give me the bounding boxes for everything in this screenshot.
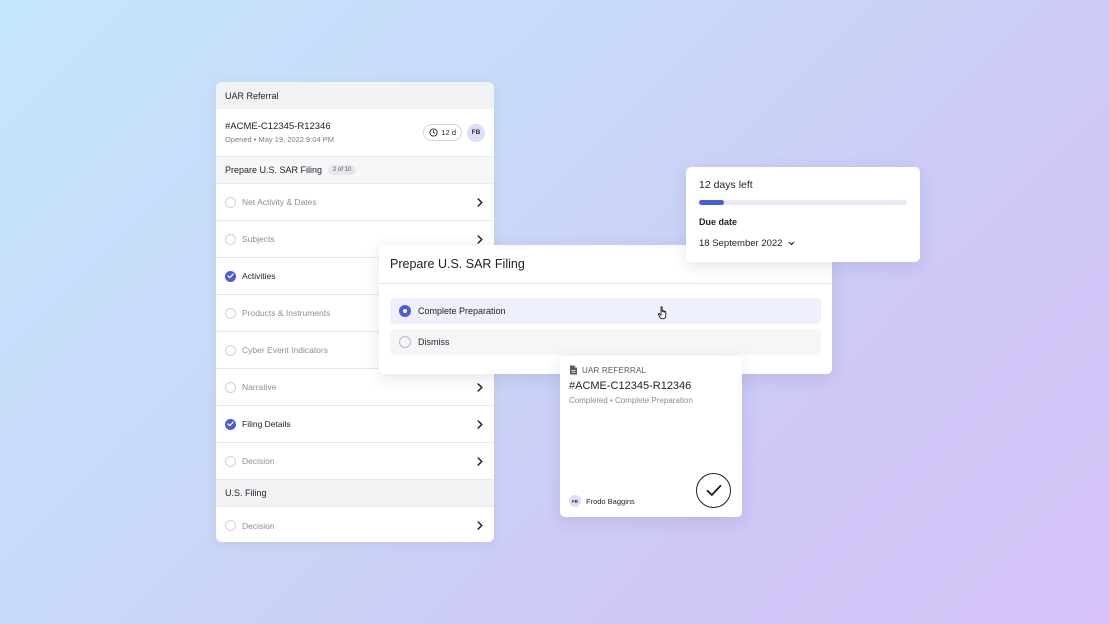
- chevron-right-icon: [475, 382, 485, 392]
- referral-id: #ACME-C12345-R12346: [569, 380, 692, 392]
- section-title: Prepare U.S. SAR Filing: [225, 165, 323, 175]
- timer-value: 12 d: [441, 128, 456, 137]
- due-date-value: 18 September 2022: [699, 238, 783, 249]
- time-progress-fill: [699, 200, 724, 205]
- task-row[interactable]: Narrative: [216, 369, 494, 406]
- chevron-down-icon: [789, 241, 795, 246]
- decision-modal: Prepare U.S. SAR Filing Complete Prepara…: [379, 245, 832, 374]
- task-label: Decision: [242, 520, 275, 531]
- option-label: Dismiss: [418, 337, 450, 347]
- task-status-circle[interactable]: [225, 520, 236, 531]
- task-status-circle[interactable]: [225, 307, 236, 319]
- document-icon: [570, 365, 577, 375]
- task-list-us-filing: Decision: [216, 507, 494, 542]
- task-label: Narrative: [242, 382, 277, 392]
- option-dismiss[interactable]: Dismiss: [390, 329, 821, 355]
- section-header-us-filing: U.S. Filing: [216, 480, 494, 507]
- timer-badge: 12 d: [423, 124, 462, 141]
- case-summary-row[interactable]: #ACME-C12345-R12346 Opened • May 19, 202…: [216, 109, 494, 157]
- chevron-right-icon: [475, 234, 485, 244]
- avatar[interactable]: FB: [467, 123, 485, 142]
- referral-type: UAR REFERRAL: [569, 365, 733, 375]
- checkmark-icon: [225, 418, 236, 430]
- referral-card[interactable]: UAR REFERRAL #ACME-C12345-R12346 Complet…: [560, 356, 742, 517]
- task-label: Decision: [242, 456, 275, 466]
- progress-count-badge: 2 of 10: [328, 165, 357, 175]
- referral-outcome: Complete Preparation: [614, 396, 693, 405]
- time-progress-bar: [699, 200, 907, 205]
- case-status: Opened: [225, 135, 252, 144]
- task-status-circle[interactable]: [225, 455, 236, 467]
- task-row[interactable]: Decision: [216, 507, 494, 542]
- days-left-label: 12 days left: [699, 179, 753, 191]
- referral-status: Completed: [569, 396, 608, 405]
- case-meta: Opened • May 19, 2022 9:04 PM: [225, 135, 334, 144]
- due-date-card: 12 days left Due date 18 September 2022: [686, 167, 920, 262]
- due-date-select[interactable]: 18 September 2022: [699, 238, 907, 249]
- referral-status-line: Completed • Complete Preparation: [569, 396, 733, 405]
- option-complete-preparation[interactable]: Complete Preparation: [390, 298, 821, 324]
- option-label: Complete Preparation: [418, 306, 506, 316]
- owner-name: Frodo Baggins: [586, 496, 635, 506]
- chevron-right-icon: [475, 197, 485, 207]
- panel-title: UAR Referral: [225, 90, 279, 101]
- chevron-right-icon: [475, 521, 485, 531]
- avatar: FB: [569, 495, 581, 507]
- section-title: U.S. Filing: [225, 488, 267, 498]
- task-status-circle[interactable]: [225, 344, 236, 356]
- case-opened-date: May 19, 2022 9:04 PM: [258, 135, 334, 144]
- radio-unselected[interactable]: [399, 336, 411, 348]
- task-label: Net Activity & Dates: [242, 197, 317, 207]
- hand-cursor-icon: [657, 306, 667, 320]
- due-date-label: Due date: [699, 217, 738, 227]
- task-label: Subjects: [242, 234, 275, 244]
- panel-header: UAR Referral: [216, 82, 494, 109]
- task-row[interactable]: Decision: [216, 443, 494, 480]
- radio-selected[interactable]: [399, 305, 411, 317]
- completed-check-icon: [696, 473, 731, 508]
- referral-owner: FB Frodo Baggins: [569, 495, 635, 507]
- section-header-prepare-sar: Prepare U.S. SAR Filing 2 of 10: [216, 157, 494, 184]
- task-row[interactable]: Net Activity & Dates: [216, 184, 494, 221]
- task-status-circle[interactable]: [225, 196, 236, 208]
- task-status-circle[interactable]: [225, 381, 236, 393]
- checkmark-icon: [225, 270, 236, 282]
- task-status-circle[interactable]: [225, 233, 236, 245]
- case-id: #ACME-C12345-R12346: [225, 121, 331, 132]
- chevron-right-icon: [475, 419, 485, 429]
- task-row[interactable]: Filing Details: [216, 406, 494, 443]
- chevron-right-icon: [475, 456, 485, 466]
- task-label: Filing Details: [242, 419, 291, 429]
- clock-icon: [429, 128, 438, 137]
- referral-type-label: UAR REFERRAL: [582, 365, 647, 375]
